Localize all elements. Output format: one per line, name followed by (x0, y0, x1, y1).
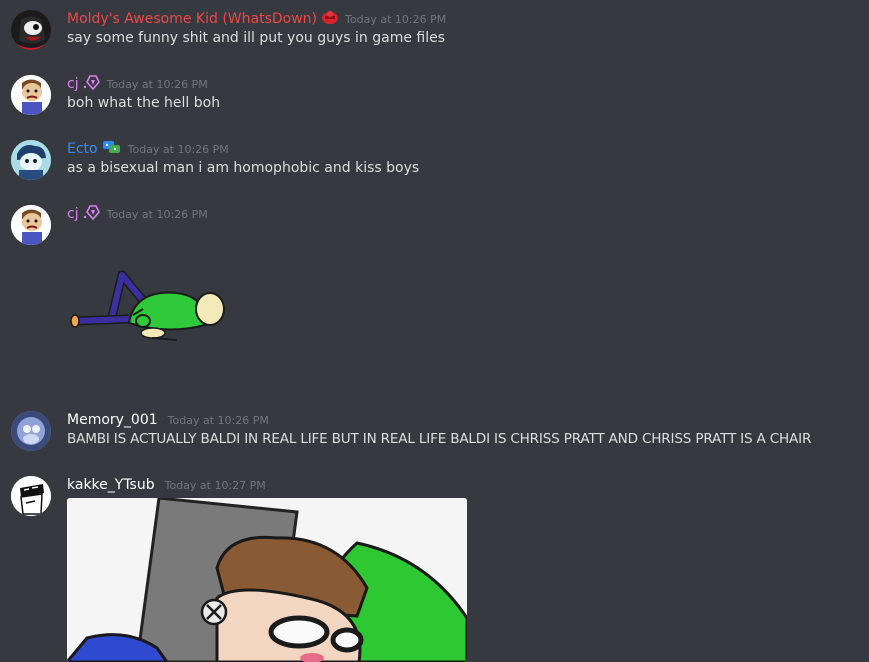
username[interactable]: Ecto (67, 141, 98, 157)
message-text: as a bisexual man i am homophobic and ki… (67, 160, 420, 176)
timestamp: Today at 10:26 PM (106, 207, 208, 221)
message-text: say some funny shit and ill put you guys… (67, 30, 446, 46)
username[interactable]: Memory_001 (67, 412, 158, 428)
username[interactable]: cj (67, 206, 79, 222)
purple-gem-icon (83, 204, 101, 224)
avatar[interactable] (11, 75, 51, 115)
timestamp: Today at 10:26 PM (167, 413, 269, 427)
message: Moldy's Awesome Kid (WhatsDown) Today at… (0, 8, 869, 58)
message-text: boh what the hell boh (67, 95, 221, 111)
username[interactable]: Moldy's Awesome Kid (WhatsDown) (67, 11, 317, 27)
red-hat-icon (321, 9, 339, 29)
blue-green-icon (102, 139, 122, 159)
timestamp: Today at 10:26 PM (345, 12, 447, 26)
message: cj Today at 10:26 PM (0, 203, 869, 393)
message-text: BAMBI IS ACTUALLY BALDI IN REAL LIFE BUT… (67, 431, 812, 447)
timestamp: Today at 10:26 PM (106, 77, 208, 91)
avatar[interactable] (11, 10, 51, 50)
message: Ecto Today at 10:26 PM as a bisexual man… (0, 138, 869, 188)
avatar[interactable] (11, 476, 51, 516)
message: Memory_001 Today at 10:26 PM BAMBI IS AC… (0, 409, 869, 459)
avatar[interactable] (11, 140, 51, 180)
message: kakke_YTsub Today at 10:27 PM (0, 474, 869, 662)
timestamp: Today at 10:26 PM (127, 142, 229, 156)
image-attachment[interactable] (67, 263, 237, 353)
avatar[interactable] (11, 411, 51, 451)
username[interactable]: kakke_YTsub (67, 477, 155, 493)
purple-gem-icon (83, 74, 101, 94)
timestamp: Today at 10:27 PM (164, 478, 266, 492)
message: cj Today at 10:26 PM boh what the hell b… (0, 73, 869, 123)
username[interactable]: cj (67, 76, 79, 92)
image-attachment[interactable] (67, 498, 467, 662)
avatar[interactable] (11, 205, 51, 245)
